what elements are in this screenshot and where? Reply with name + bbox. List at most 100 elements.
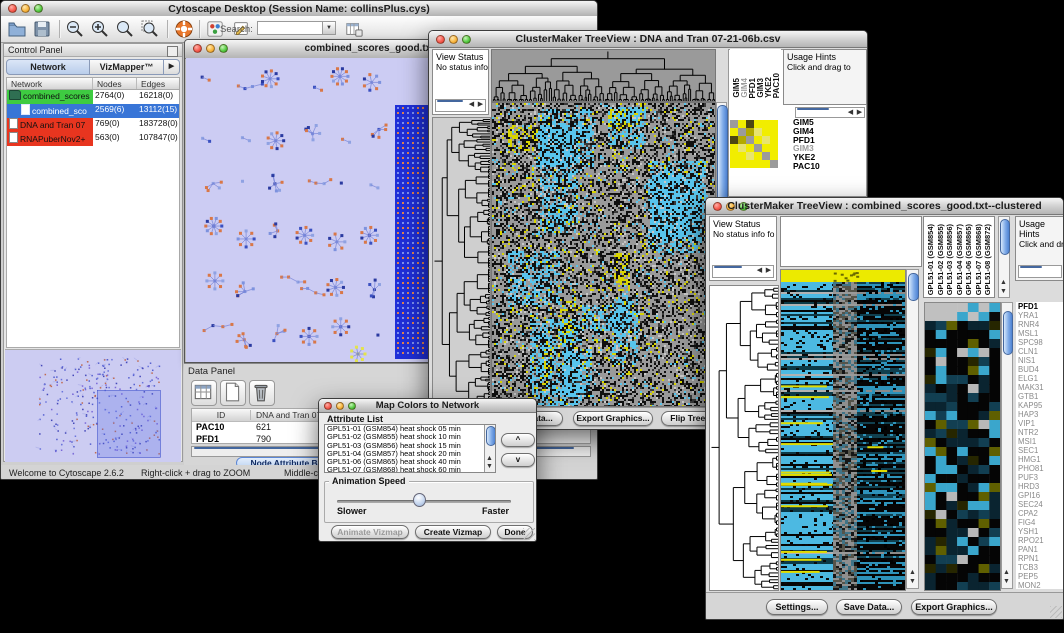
scroll-thumb[interactable] — [714, 266, 742, 268]
scroll-down-icon[interactable]: ▼ — [1002, 578, 1011, 586]
float-panel-icon[interactable] — [167, 46, 178, 57]
column-edges[interactable]: Edges — [137, 78, 179, 89]
gene-label[interactable]: VIP1 — [1016, 419, 1064, 428]
zoom-heatmap-cell[interactable] — [762, 160, 770, 168]
tab-overflow-arrow[interactable]: ▶ — [164, 59, 180, 75]
gene-label[interactable]: MSL1 — [1016, 329, 1064, 338]
main-titlebar[interactable]: Cytoscape Desktop (Session Name: collins… — [1, 1, 597, 17]
network-list-row[interactable]: combined_scores2764(0)16218(0) — [7, 90, 179, 104]
zoom-heatmap-cell[interactable] — [730, 120, 738, 128]
scroll-right-icon[interactable]: ▶ — [855, 109, 864, 117]
scroll-left-icon[interactable]: ◀ — [755, 267, 764, 275]
help-lifesaver-icon[interactable] — [174, 19, 194, 39]
zoom-heatmap-cell[interactable] — [770, 136, 778, 144]
column-label[interactable]: GPL51-06 (GSM865) — [964, 224, 973, 295]
gene-label[interactable]: GTB1 — [1016, 392, 1064, 401]
network-list-row[interactable]: combined_sco2569(6)13112(15) — [7, 104, 179, 118]
gene-label[interactable]: FIG4 — [1016, 518, 1064, 527]
zoom-heatmap-cell[interactable] — [730, 160, 738, 168]
resize-grip[interactable] — [523, 528, 535, 540]
scroll-thumb[interactable] — [908, 273, 919, 301]
gene-label[interactable]: YSH1 — [1016, 527, 1064, 536]
speed-slider-thumb[interactable] — [413, 493, 426, 507]
column-label[interactable]: GPL51-04 (GSM857) — [955, 224, 964, 295]
gene-label[interactable]: ELG1 — [1016, 374, 1064, 383]
gene-label[interactable]: HAP3 — [1016, 410, 1064, 419]
scroll-thumb[interactable] — [437, 100, 463, 102]
zoom-heatmap-cell[interactable] — [762, 120, 770, 128]
gene-label[interactable]: PEP5 — [1016, 572, 1064, 581]
gene-label[interactable]: GPI16 — [1016, 491, 1064, 500]
move-down-button[interactable]: v — [501, 453, 535, 467]
zoom-heatmap-cell[interactable] — [738, 144, 746, 152]
gene-label[interactable]: PHO81 — [1016, 464, 1064, 473]
zoom-heatmap-cell[interactable] — [730, 152, 738, 160]
column-id[interactable]: ID — [192, 410, 251, 420]
zoom-heatmap-cell[interactable] — [730, 136, 738, 144]
column-label[interactable]: GPL51-07 (GSM868) — [974, 224, 983, 295]
resize-grip[interactable] — [1050, 606, 1062, 618]
global-heatmap[interactable] — [780, 269, 906, 591]
zoom-in-icon[interactable] — [90, 19, 110, 39]
gene-label[interactable]: HRD3 — [1016, 482, 1064, 491]
gene-label[interactable]: PFD1 — [1016, 302, 1064, 311]
row-dendrogram[interactable] — [709, 285, 779, 591]
new-attribute-button[interactable] — [220, 380, 246, 406]
zoom-heatmap-cell[interactable] — [770, 120, 778, 128]
scroll-down-icon[interactable]: ▼ — [999, 288, 1008, 296]
gene-label[interactable]: CLN1 — [1016, 347, 1064, 356]
search-dropdown-arrow[interactable]: ▼ — [323, 21, 336, 35]
move-up-button[interactable]: ^ — [501, 433, 535, 447]
import-table-icon[interactable] — [345, 19, 363, 39]
zoom-heatmap[interactable] — [924, 302, 1001, 591]
column-label[interactable]: GPL51-08 (GSM872) — [983, 224, 992, 295]
zoom-heatmap-cell[interactable] — [746, 144, 754, 152]
gene-label[interactable]: PAC10 — [793, 162, 865, 171]
zoom-heatmap-cell[interactable] — [770, 128, 778, 136]
scroll-up-icon[interactable]: ▲ — [1002, 569, 1011, 577]
treeview-button[interactable]: Export Graphics... — [911, 599, 997, 615]
zoom-heatmap-cell[interactable] — [754, 128, 762, 136]
zoom-heatmap-cell[interactable] — [754, 152, 762, 160]
zoom-heatmap-cell[interactable] — [746, 136, 754, 144]
scroll-left-icon[interactable]: ◀ — [846, 109, 855, 117]
zoom-heatmap-cell[interactable] — [754, 144, 762, 152]
gene-label[interactable]: MON2 — [1016, 581, 1064, 589]
search-input[interactable] — [257, 21, 323, 35]
open-folder-icon[interactable] — [7, 19, 27, 39]
scroll-left-icon[interactable]: ◀ — [467, 101, 476, 109]
scroll-down-icon[interactable]: ▼ — [908, 578, 917, 586]
column-label[interactable]: GPL51-02 (GSM855) — [936, 224, 945, 295]
column-network[interactable]: Network — [7, 78, 93, 89]
row-dendrogram[interactable] — [432, 117, 491, 407]
zoom-heatmap-cell[interactable] — [754, 136, 762, 144]
scroll-up-icon[interactable]: ▲ — [999, 279, 1008, 287]
column-nodes[interactable]: Nodes — [93, 78, 137, 89]
gene-label[interactable]: MAK31 — [1016, 383, 1064, 392]
zoom-heatmap-cell[interactable] — [770, 144, 778, 152]
zoom-heatmap-cell[interactable] — [730, 128, 738, 136]
gene-label[interactable]: YRA1 — [1016, 311, 1064, 320]
attribute-list-scrollbar[interactable]: ▲ ▼ — [484, 425, 495, 472]
zoom-heatmap-cell[interactable] — [738, 120, 746, 128]
gene-label[interactable]: SPC98 — [1016, 338, 1064, 347]
scroll-thumb[interactable] — [1020, 266, 1042, 268]
zoom-heatmap-cell[interactable] — [762, 152, 770, 160]
delete-attribute-trash-icon[interactable] — [249, 380, 275, 406]
zoom-heatmap-cell[interactable] — [762, 136, 770, 144]
treeview-button[interactable]: Settings... — [766, 599, 828, 615]
column-label[interactable]: GPL51-03 (GSM856) — [945, 224, 954, 295]
zoom-heatmap-cell[interactable] — [770, 160, 778, 168]
gene-label[interactable]: RPO21 — [1016, 536, 1064, 545]
zoom-heatmap-cell[interactable] — [746, 128, 754, 136]
column-label[interactable]: PAC10 — [772, 73, 781, 98]
gene-label[interactable]: KAP95 — [1016, 401, 1064, 410]
zoom-fit-icon[interactable] — [115, 19, 135, 39]
scroll-thumb[interactable] — [486, 426, 496, 446]
gene-label[interactable]: CPA2 — [1016, 509, 1064, 518]
tab-vizmapper[interactable]: VizMapper™ — [90, 59, 164, 75]
view-status-scrollbar[interactable]: ◀ ▶ — [712, 265, 774, 278]
zoom-selected-icon[interactable] — [140, 19, 160, 39]
zoom-heatmap-cell[interactable] — [738, 128, 746, 136]
zoom-heatmap-cell[interactable] — [770, 152, 778, 160]
